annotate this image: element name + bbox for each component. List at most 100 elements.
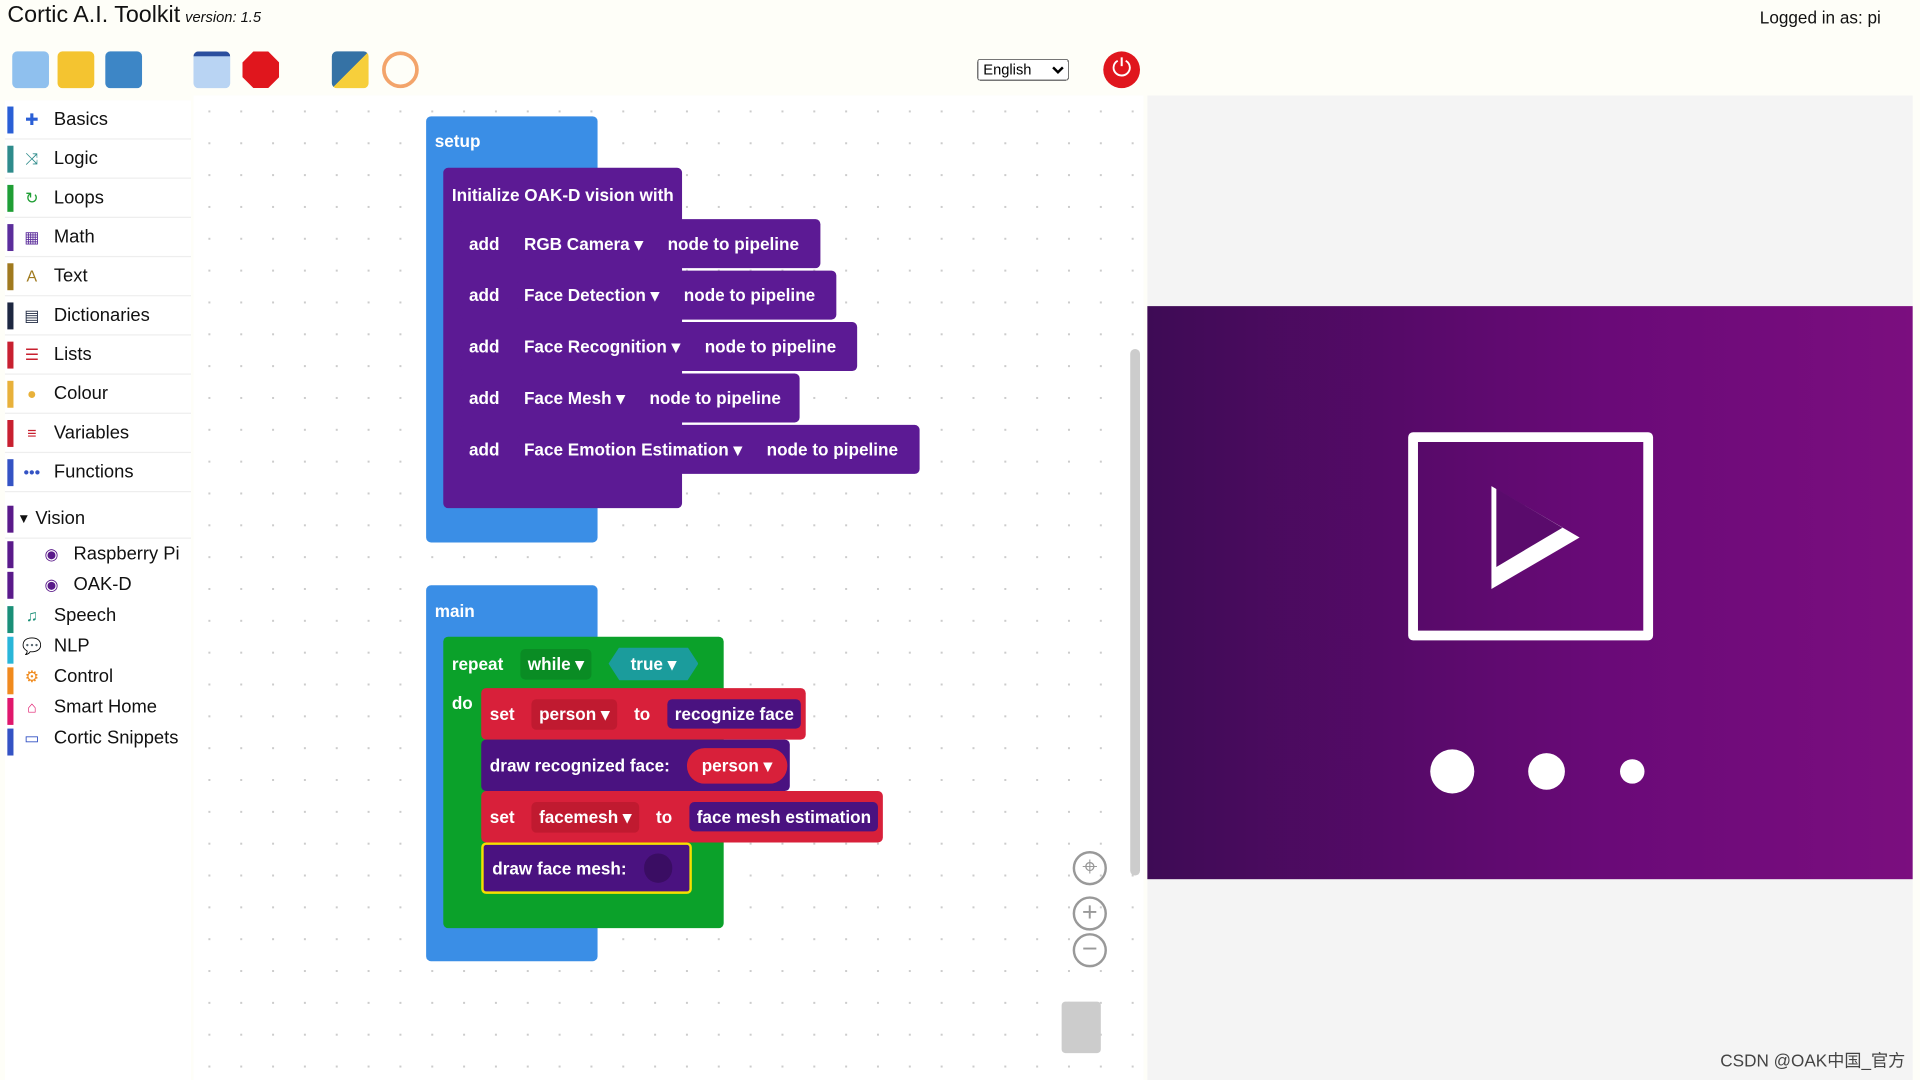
category-color-bar: [7, 606, 14, 634]
category-icon: ✚: [25, 109, 39, 128]
add-node-block[interactable]: add Face Mesh ▾ node to pipeline: [460, 373, 800, 423]
run-icon[interactable]: [193, 51, 231, 89]
sidebar-item-label: Lists: [53, 344, 92, 365]
sidebar-item[interactable]: ≡ Variables: [4, 414, 192, 454]
empty-input-slot[interactable]: [643, 853, 673, 883]
jupyter-icon[interactable]: [382, 51, 419, 89]
recenter-button[interactable]: ⌖: [1072, 851, 1107, 886]
category-color-bar: [7, 420, 14, 447]
init-label[interactable]: Initialize OAK-D vision with: [443, 174, 682, 216]
sidebar-item-label: Logic: [53, 148, 98, 169]
add-node-block[interactable]: add Face Emotion Estimation ▾ node to pipe…: [460, 424, 920, 474]
trash-icon[interactable]: [1061, 1001, 1101, 1054]
category-icon: ⚙: [24, 666, 39, 686]
add-node-block[interactable]: add Face Recognition ▾ node to pipeline: [460, 322, 858, 372]
sidebar-item[interactable]: ▦ Math: [4, 218, 192, 258]
category-icon: ▤: [24, 305, 40, 324]
category-color-bar: [7, 459, 14, 487]
sidebar: ✚ Basics ⤨ Logic ↻ Loops ▦ Math A Text ▤ Dictionari…: [4, 100, 192, 1080]
sidebar-item[interactable]: ⌂ Smart Home: [5, 692, 191, 725]
category-icon: ☰: [24, 344, 39, 364]
person-variable[interactable]: person ▾: [687, 747, 787, 784]
zoom-out-button[interactable]: −: [1072, 933, 1107, 968]
python-icon[interactable]: [331, 51, 369, 89]
workspace-scrollbar[interactable]: [1130, 348, 1141, 876]
setup-label[interactable]: setup: [426, 122, 597, 159]
sidebar-item-label: NLP: [53, 635, 90, 657]
category-icon: ↻: [25, 187, 39, 207]
zoom-in-button[interactable]: +: [1072, 896, 1107, 931]
sidebar-item[interactable]: ♫ Speech: [5, 600, 191, 634]
sidebar-item-label: Speech: [53, 604, 117, 626]
sidebar-item-label: Cortic Snippets: [53, 727, 179, 749]
dropdown-field[interactable]: facemesh ▾: [531, 801, 639, 833]
dropdown-field[interactable]: Face Mesh ▾: [516, 382, 633, 414]
dropdown-field[interactable]: Face Emotion Estimation ▾: [516, 434, 750, 465]
stop-icon[interactable]: [242, 51, 280, 89]
category-color-bar: [7, 145, 14, 173]
sidebar-item[interactable]: ● Colour: [4, 375, 192, 414]
sidebar-item-vision-child[interactable]: ◉ OAK-D: [5, 569, 191, 600]
sidebar-item[interactable]: ☰ Lists: [4, 336, 192, 375]
sidebar-item-label: Dictionaries: [53, 304, 150, 326]
category-icon: ⤨: [25, 148, 39, 168]
category-color-bar: [7, 341, 14, 369]
category-color-bar: [7, 636, 14, 664]
new-file-icon[interactable]: [12, 51, 49, 89]
language-select[interactable]: English: [977, 58, 1069, 81]
triangle-down-icon: ▼: [17, 511, 31, 526]
recognize-face-block[interactable]: recognize face: [667, 699, 802, 729]
category-icon: 💬: [22, 636, 42, 655]
dropdown-field[interactable]: Face Recognition ▾: [516, 331, 688, 362]
sidebar-item-vision-child[interactable]: ◉ Raspberry Pi: [5, 539, 191, 570]
draw-face-mesh-block[interactable]: draw face mesh:: [481, 842, 692, 894]
login-status: Logged in as: pi: [1759, 7, 1881, 27]
main-label[interactable]: main: [426, 593, 597, 630]
sidebar-item-label: Math: [53, 226, 95, 248]
sidebar-item[interactable]: A Text: [4, 257, 192, 297]
category-color-bar: [7, 302, 14, 330]
category-color-bar: [7, 106, 14, 134]
dropdown-field[interactable]: while ▾: [520, 648, 592, 679]
set-person-block[interactable]: set person ▾ to recognize face: [481, 688, 806, 740]
dropdown-field[interactable]: Face Detection ▾: [516, 279, 667, 311]
category-icon: •••: [23, 462, 41, 482]
boolean-block[interactable]: true ▾: [608, 647, 699, 681]
add-node-block[interactable]: add Face Detection ▾ node to pipeline: [460, 270, 837, 320]
set-facemesh-block[interactable]: set facemesh ▾ to face mesh estimation: [481, 791, 883, 843]
power-icon[interactable]: ⏻: [1103, 51, 1141, 89]
sidebar-item[interactable]: ▭ Cortic Snippets: [5, 722, 191, 756]
eye-icon: ◉: [44, 544, 59, 563]
sidebar-item-label: Smart Home: [53, 696, 157, 718]
loading-dot: [1528, 753, 1565, 790]
sidebar-item-vision[interactable]: ▼ Vision: [4, 500, 192, 539]
sidebar-item[interactable]: ▤ Dictionaries: [4, 296, 192, 336]
do-label[interactable]: do: [443, 688, 480, 717]
sidebar-item-label: Text: [53, 265, 88, 287]
category-icon: ≡: [27, 423, 37, 443]
sidebar-item-label: Basics: [53, 108, 108, 130]
loading-dot: [1430, 749, 1475, 794]
category-color-bar: [7, 224, 14, 252]
category-icon: ▭: [24, 727, 40, 747]
open-folder-icon[interactable]: [57, 51, 95, 89]
app-title: Cortic A.I. Toolkit version: 1.5: [7, 2, 262, 29]
dropdown-field[interactable]: RGB Camera ▾: [516, 228, 651, 259]
save-icon[interactable]: [105, 51, 143, 89]
sidebar-item[interactable]: ••• Functions: [4, 453, 192, 493]
repeat-row[interactable]: repeat while ▾ true ▾: [443, 639, 723, 688]
face-mesh-estimation-block[interactable]: face mesh estimation: [689, 802, 879, 832]
category-color-bar: [7, 380, 14, 408]
sidebar-item[interactable]: 💬 NLP: [5, 631, 191, 664]
presentation-icon: [1408, 432, 1654, 641]
sidebar-item[interactable]: ⚙ Control: [5, 661, 191, 695]
sidebar-item-label: Loops: [53, 187, 104, 209]
dropdown-field[interactable]: person ▾: [531, 698, 617, 730]
version: version: 1.5: [185, 8, 262, 26]
sidebar-item[interactable]: ↻ Loops: [4, 179, 192, 218]
add-node-block[interactable]: add RGB Camera ▾ node to pipeline: [460, 219, 821, 269]
sidebar-item[interactable]: ⤨ Logic: [4, 140, 192, 179]
sidebar-item[interactable]: ✚ Basics: [4, 100, 192, 140]
draw-recognized-face-block[interactable]: draw recognized face: person ▾: [481, 739, 790, 792]
category-color-bar: [7, 263, 14, 291]
